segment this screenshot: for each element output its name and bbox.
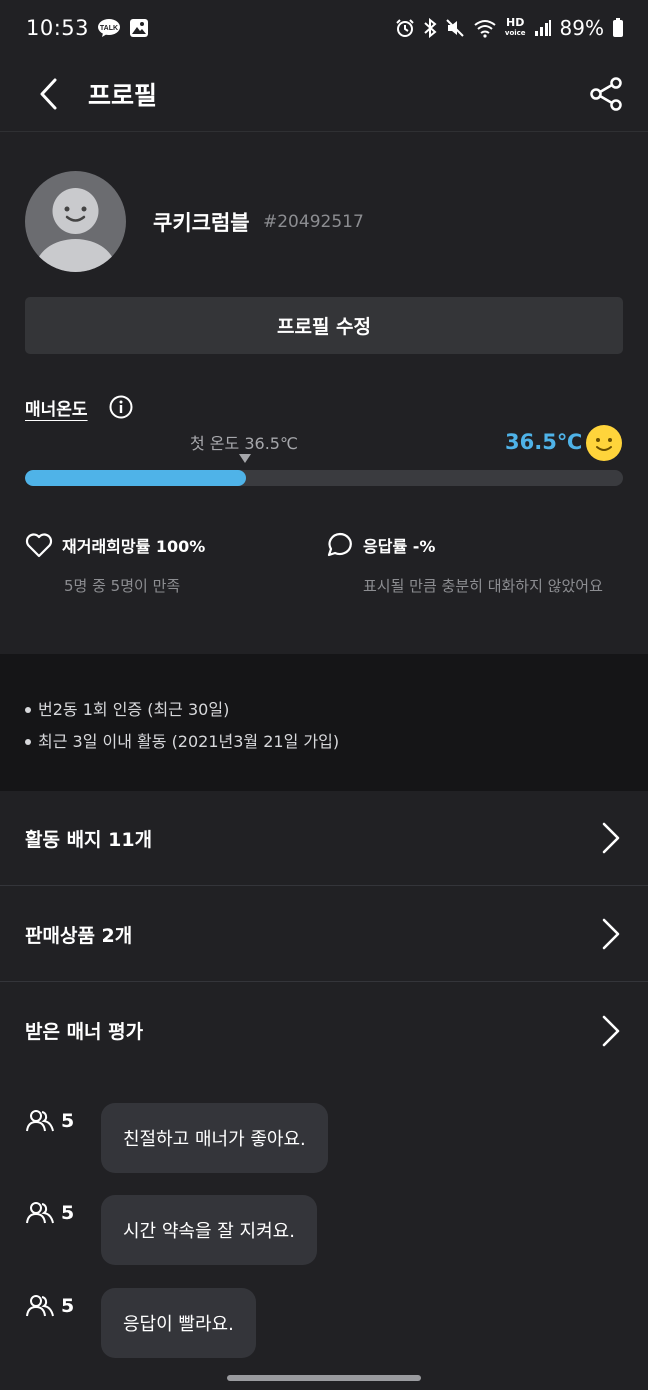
alarm-icon: [395, 18, 415, 38]
review-text: 응답이 빨라요.: [101, 1288, 256, 1358]
people-icon: [26, 1295, 54, 1317]
response-rate-title: 응답률 -%: [363, 537, 436, 556]
review-count: 5: [61, 1295, 75, 1317]
review-item: 5 시간 약속을 잘 지켜요.: [25, 1195, 317, 1265]
share-button[interactable]: [582, 70, 630, 118]
hd-voice-icon: HD voice: [504, 16, 526, 37]
people-icon: [26, 1202, 54, 1224]
first-temperature: 첫 온도 36.5℃: [190, 434, 298, 453]
chevron-right-icon: [602, 822, 620, 854]
page-title: 프로필: [88, 80, 158, 110]
review-item: 5 응답이 빨라요.: [25, 1288, 256, 1358]
hd-voice-label: HD: [506, 16, 525, 29]
verification-info: 번2동 1회 인증 (최근 30일): [38, 700, 230, 719]
avatar[interactable]: [25, 171, 126, 272]
manner-temperature-fill: [25, 470, 247, 486]
list-item: 번2동 1회 인증 (최근 30일): [25, 694, 648, 726]
heart-icon: [25, 533, 53, 558]
review-text: 친절하고 매너가 좋아요.: [101, 1103, 328, 1173]
chat-bubble-icon: [327, 532, 352, 557]
mute-icon: [445, 18, 465, 38]
gallery-notification-icon: [129, 18, 149, 38]
manner-reviews-row[interactable]: 받은 매너 평가: [0, 983, 648, 1078]
chevron-left-icon: [40, 78, 57, 109]
review-count: 5: [61, 1202, 75, 1224]
bluetooth-icon: [423, 18, 437, 38]
products-row[interactable]: 판매상품 2개: [0, 887, 648, 982]
activity-info: 번2동 1회 인증 (최근 30일) 최근 3일 이내 활동 (2021년3월 …: [0, 654, 648, 791]
back-button[interactable]: [18, 64, 78, 124]
response-rate-detail: 표시될 만큼 충분히 대화하지 않았어요: [363, 577, 603, 595]
nickname: 쿠키크럼블: [153, 211, 250, 235]
manner-reviews-label: 받은 매너 평가: [25, 1021, 144, 1043]
list-item: 최근 3일 이내 활동 (2021년3월 21일 가입): [25, 726, 648, 758]
review-item: 5 친절하고 매너가 좋아요.: [25, 1103, 328, 1173]
manner-temperature-bar: [25, 470, 623, 486]
battery-percent: 89%: [559, 16, 604, 40]
manner-temperature-label[interactable]: 매너온도: [25, 395, 88, 420]
activity-badges-label: 활동 배지 11개: [25, 828, 153, 851]
activity-badges-row[interactable]: 활동 배지 11개: [0, 791, 648, 886]
people-icon: [26, 1110, 54, 1132]
chevron-right-icon: [602, 918, 620, 950]
manner-temperature-value: 36.5℃: [505, 430, 583, 454]
home-indicator[interactable]: [227, 1375, 421, 1381]
svg-text:TALK: TALK: [100, 25, 118, 32]
chevron-right-icon: [602, 1015, 620, 1046]
review-text: 시간 약속을 잘 지켜요.: [101, 1195, 317, 1265]
kakaotalk-notification-icon: TALK: [97, 18, 121, 38]
products-label: 판매상품 2개: [25, 924, 133, 947]
response-rate-stat: 응답률 -% 표시될 만큼 충분히 대화하지 않았어요: [326, 532, 626, 599]
smiley-face-icon: [585, 424, 623, 462]
battery-icon: [612, 18, 624, 38]
recent-activity-info: 최근 3일 이내 활동 (2021년3월 21일 가입): [38, 732, 340, 751]
wifi-icon: [473, 18, 497, 38]
user-tag: #20492517: [263, 212, 364, 232]
first-temperature-marker: [239, 454, 251, 463]
edit-profile-button[interactable]: 프로필 수정: [25, 297, 623, 354]
info-icon[interactable]: [109, 395, 133, 419]
default-avatar-icon: [35, 188, 116, 272]
rehire-rate-stat: 재거래희망률 100% 5명 중 5명이 만족: [25, 532, 205, 599]
status-time: 10:53: [26, 16, 90, 40]
share-icon: [590, 76, 622, 111]
rehire-rate-detail: 5명 중 5명이 만족: [64, 577, 181, 595]
app-bar: 프로필: [0, 56, 648, 132]
status-bar: 10:53 TALK HD voice 89%: [0, 0, 648, 56]
review-count: 5: [61, 1110, 75, 1132]
rehire-rate-title: 재거래희망률 100%: [62, 537, 206, 556]
signal-icon: [534, 19, 552, 37]
